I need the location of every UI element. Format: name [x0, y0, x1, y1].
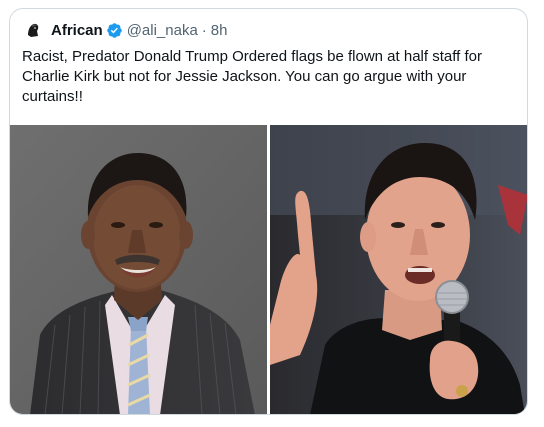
tweet-card[interactable]: African @ali_naka · 8h Racist, Predator …: [9, 8, 528, 415]
photo-left[interactable]: [10, 125, 268, 414]
tweet-media[interactable]: [10, 125, 527, 414]
avatar-icon: [22, 19, 44, 41]
verified-badge-icon: [106, 22, 122, 38]
photo-right[interactable]: [269, 125, 527, 414]
tweet-text: Racist, Predator Donald Trump Ordered fl…: [22, 48, 482, 105]
avatar[interactable]: [22, 19, 44, 41]
author-name[interactable]: African: [51, 22, 103, 39]
author-handle[interactable]: @ali_naka: [127, 22, 198, 39]
tweet-header: African @ali_naka · 8h: [22, 18, 227, 42]
separator-dot: ·: [201, 21, 207, 39]
tweet-timestamp[interactable]: 8h: [211, 22, 228, 39]
